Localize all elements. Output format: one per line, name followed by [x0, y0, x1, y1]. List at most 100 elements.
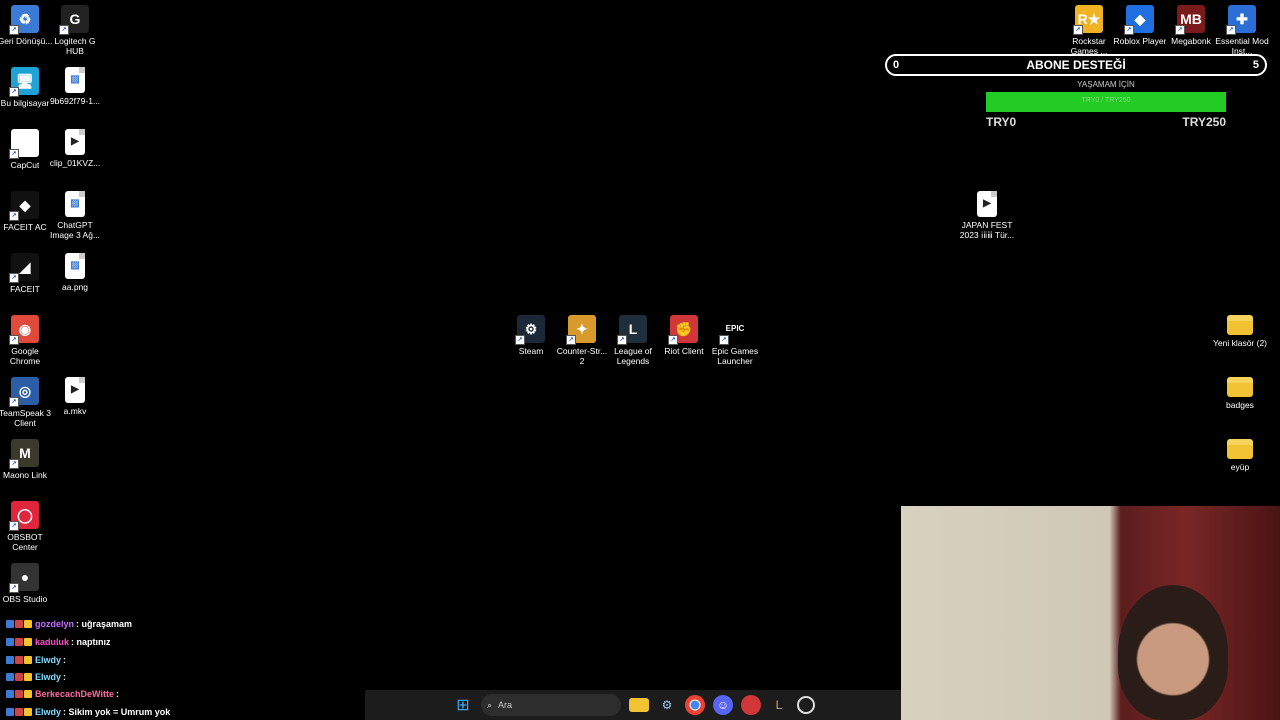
desktop-icon-video-file[interactable]: ▶ clip_01KVZ...	[47, 129, 103, 168]
subscriber-goal-widget: 0 ABONE DESTEĞİ 5	[885, 54, 1267, 76]
obs-icon[interactable]	[797, 696, 815, 714]
shortcut-arrow-icon: ↗	[9, 459, 19, 469]
desktop-icon-folder[interactable]: eyüp	[1212, 439, 1268, 472]
shortcut-arrow-icon: ↗	[9, 335, 19, 345]
recycle-bin-icon: ♻ ↗	[9, 5, 39, 35]
faceit-icon: ◢ ↗	[9, 253, 39, 283]
shortcut-arrow-icon: ↗	[1175, 25, 1185, 35]
riot-client-icon[interactable]	[741, 695, 761, 715]
donation-min: TRY0	[986, 115, 1017, 129]
shortcut-arrow-icon: ↗	[9, 87, 19, 97]
chat-text: :	[115, 689, 119, 699]
desktop-icon-recycle-bin[interactable]: ♻ ↗ Geri Dönüşü...	[0, 5, 53, 46]
chat-text: :	[63, 672, 67, 682]
desktop-icon-roblox[interactable]: ◆ ↗ Roblox Player	[1112, 5, 1168, 46]
chat-badges	[6, 690, 32, 698]
faceit-ac-icon: ◆ ↗	[9, 191, 39, 221]
desktop-icon-label: Logitech G HUB	[54, 36, 96, 56]
chat-username: kaduluk	[35, 637, 70, 647]
chat-username: BerkecachDeWitte	[35, 689, 114, 699]
chat-message: kaduluk: naptınız	[6, 637, 111, 647]
obs-studio-icon: ● ↗	[9, 563, 39, 593]
taskbar: ⊞ ⌕ Ara ⚙ ☺ L	[365, 690, 905, 720]
rockstar-icon: R★ ↗	[1073, 5, 1103, 35]
shortcut-arrow-icon: ↗	[617, 335, 627, 345]
shortcut-arrow-icon: ↗	[59, 25, 69, 35]
desktop-icon-folder[interactable]: badges	[1212, 377, 1268, 410]
chat-message: Elwdy:	[6, 672, 66, 682]
desktop-icon-image-file[interactable]: ▨ 9b692f79-1...	[47, 67, 103, 106]
desktop-icon-maono-link[interactable]: M ↗ Maono Link	[0, 439, 53, 480]
desktop-icon-label: OBSBOT Center	[7, 532, 43, 552]
desktop-icon-video-file[interactable]: ▶ a.mkv	[47, 377, 103, 416]
league-of-legends-icon: L ↗	[617, 315, 647, 345]
megabonk-icon: MB ↗	[1175, 5, 1205, 35]
desktop-icon-label: TeamSpeak 3 Client	[0, 408, 51, 428]
desktop-icon-folder[interactable]: Yeni klasör (2)	[1212, 315, 1268, 348]
desktop-icon-label: Counter-Str... 2	[556, 346, 608, 366]
desktop-icon-image-file[interactable]: ▨ ChatGPT Image 3 Ağ...	[47, 191, 103, 240]
chrome-icon[interactable]	[685, 695, 705, 715]
desktop-icon-label: 9b692f79-1...	[49, 96, 101, 106]
league-of-legends-icon[interactable]: L	[769, 695, 789, 715]
desktop-icon-computer[interactable]: 🖥 ↗ Bu bilgisayar	[0, 67, 53, 108]
desktop-icon-label: Yeni klasör (2)	[1212, 338, 1268, 348]
desktop-icon-essential-mod[interactable]: ✚ ↗ Essential Mod Inst...	[1214, 5, 1270, 56]
desktop-icon-label: eyüp	[1230, 462, 1250, 472]
start-icon[interactable]: ⊞	[453, 695, 473, 715]
video-file-icon: ▶	[977, 191, 997, 217]
search-placeholder: Ara	[498, 700, 513, 710]
computer-icon: 🖥 ↗	[9, 67, 39, 97]
desktop-icon-faceit-ac[interactable]: ◆ ↗ FACEIT AC	[0, 191, 53, 232]
desktop-icon-image-file[interactable]: ▨ aa.png	[47, 253, 103, 292]
steam-icon[interactable]: ⚙	[657, 695, 677, 715]
desktop-icon-label: Geri Dönüşü...	[0, 36, 53, 46]
shortcut-arrow-icon: ↗	[9, 273, 19, 283]
shortcut-arrow-icon: ↗	[1226, 25, 1236, 35]
chat-text: :	[63, 655, 67, 665]
desktop-icon-teamspeak[interactable]: ◎ ↗ TeamSpeak 3 Client	[0, 377, 53, 428]
chat-username: gozdelyn	[35, 619, 75, 629]
desktop-icon-rockstar[interactable]: R★ ↗ Rockstar Games ...	[1061, 5, 1117, 56]
chat-message: gozdelyn: uğraşamam	[6, 619, 132, 629]
chat-badges	[6, 620, 32, 628]
desktop-icon-label: Rockstar Games ...	[1070, 36, 1108, 56]
desktop-icon-capcut[interactable]: ✂ ↗ CapCut	[0, 129, 53, 170]
search-icon: ⌕	[487, 699, 493, 710]
desktop-icon-obsbot[interactable]: ◯ ↗ OBSBOT Center	[0, 501, 53, 552]
shortcut-arrow-icon: ↗	[9, 25, 19, 35]
donation-caption: YAŞAMAM İÇİN	[1077, 80, 1135, 89]
desktop-icon-league-of-legends[interactable]: L ↗ League of Legends	[605, 315, 661, 366]
desktop-icon-faceit[interactable]: ◢ ↗ FACEIT	[0, 253, 53, 294]
desktop-icon-label: FACEIT	[10, 284, 40, 294]
discord-icon[interactable]: ☺	[713, 695, 733, 715]
chat-username: Elwdy	[35, 672, 62, 682]
chat-text: : uğraşamam	[76, 619, 133, 629]
taskbar-search[interactable]: ⌕ Ara	[481, 694, 621, 716]
file-explorer-icon[interactable]	[629, 698, 649, 712]
desktop-icon-label: League of Legends	[614, 346, 652, 366]
chat-message: Elwdy: Sikim yok = Umrum yok	[6, 707, 170, 717]
desktop-icon-epic-games[interactable]: EPIC ↗ Epic Games Launcher	[707, 315, 763, 366]
desktop-icon-obs-studio[interactable]: ● ↗ OBS Studio	[0, 563, 53, 604]
desktop-icon-video-file[interactable]: ▶ JAPAN FEST 2023 ⅰⅱⅲ Tür...	[959, 191, 1015, 240]
donation-max: TRY250	[1182, 115, 1226, 129]
chat-badges	[6, 638, 32, 646]
donation-bar-label: TRY0 / TRY250	[1081, 97, 1131, 104]
image-file-icon: ▨	[65, 191, 85, 217]
desktop-icon-logitech-g[interactable]: G ↗ Logitech G HUB	[47, 5, 103, 56]
desktop-icon-label: Steam	[518, 346, 544, 356]
chrome-icon: ◉ ↗	[9, 315, 39, 345]
desktop-icon-label: aa.png	[62, 282, 88, 292]
desktop-icon-megabonk[interactable]: MB ↗ Megabonk	[1163, 5, 1219, 46]
desktop-icon-chrome[interactable]: ◉ ↗ Google Chrome	[0, 315, 53, 366]
desktop-icon-steam[interactable]: ⚙ ↗ Steam	[503, 315, 559, 356]
goal-title: ABONE DESTEĞİ	[1026, 58, 1126, 72]
desktop-icon-label: Google Chrome	[9, 346, 41, 366]
video-file-icon: ▶	[65, 377, 85, 403]
desktop-icon-label: FACEIT AC	[3, 222, 47, 232]
desktop-icon-counter-strike[interactable]: ✦ ↗ Counter-Str... 2	[554, 315, 610, 366]
donation-progress-bar: TRY0 / TRY250	[986, 92, 1226, 112]
desktop-icon-riot-client[interactable]: ✊ ↗ Riot Client	[656, 315, 712, 356]
desktop-icon-label: Essential Mod Inst...	[1215, 36, 1269, 56]
